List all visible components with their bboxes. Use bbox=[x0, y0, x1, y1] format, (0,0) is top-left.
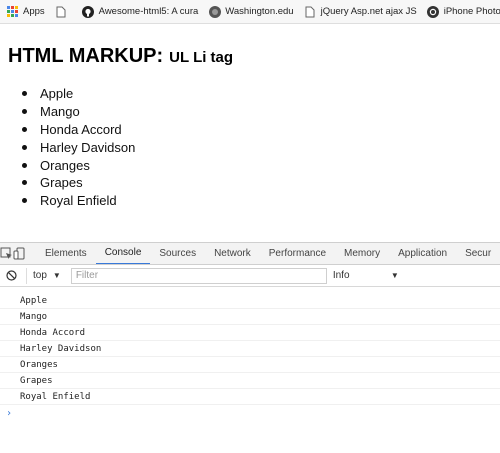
console-log-line: Mango bbox=[0, 309, 500, 325]
tab-network[interactable]: Network bbox=[205, 243, 260, 264]
bookmarks-bar: Apps Awesome-html5: A cura Washington.ed… bbox=[0, 0, 500, 24]
fruit-vehicle-list: Apple Mango Honda Accord Harley Davidson… bbox=[22, 85, 135, 210]
bullet-icon bbox=[22, 144, 27, 150]
tab-performance[interactable]: Performance bbox=[260, 243, 335, 264]
console-log-line: Honda Accord bbox=[0, 325, 500, 341]
bookmark-washington[interactable]: Washington.edu bbox=[208, 5, 294, 18]
bookmark-awesome-html5[interactable]: Awesome-html5: A cura bbox=[82, 5, 199, 18]
list-item: Harley Davidson bbox=[22, 138, 135, 156]
devtools-panel: Elements Console Sources Network Perform… bbox=[0, 242, 500, 453]
bookmark-iphone-photo[interactable]: iPhone Photo bbox=[427, 5, 500, 18]
github-icon bbox=[82, 5, 95, 18]
list-item-label: Honda Accord bbox=[40, 121, 122, 137]
bullet-icon bbox=[22, 126, 27, 132]
list-item: Grapes bbox=[22, 174, 135, 192]
console-log-line: Apple bbox=[0, 293, 500, 309]
context-selector[interactable]: top ▼ bbox=[26, 267, 69, 284]
bookmark-jquery[interactable]: jQuery Asp.net ajax JS bbox=[304, 5, 417, 18]
page-title: HTML MARKUP: UL Li tag bbox=[8, 45, 233, 68]
devtools-tab-bar: Elements Console Sources Network Perform… bbox=[0, 243, 500, 265]
bookmark-apps[interactable]: Apps bbox=[6, 5, 45, 18]
inspect-element-icon[interactable] bbox=[0, 243, 13, 264]
apps-grid-icon bbox=[6, 5, 19, 18]
list-item: Mango bbox=[22, 103, 135, 121]
log-levels-select[interactable]: Info ▼ bbox=[333, 270, 399, 281]
device-toolbar-icon[interactable] bbox=[13, 243, 26, 264]
page-title-sub: UL Li tag bbox=[169, 49, 234, 66]
tab-sources[interactable]: Sources bbox=[150, 243, 205, 264]
washington-icon bbox=[208, 5, 221, 18]
page-icon bbox=[304, 5, 317, 18]
console-output: Apple Mango Honda Accord Harley Davidson… bbox=[0, 287, 500, 421]
list-item-label: Grapes bbox=[40, 175, 83, 191]
filter-input[interactable] bbox=[70, 267, 327, 284]
list-item: Apple bbox=[22, 85, 135, 103]
bullet-icon bbox=[22, 109, 27, 115]
page-title-main: HTML MARKUP: bbox=[8, 45, 164, 67]
list-item-label: Apple bbox=[40, 86, 74, 102]
bullet-icon bbox=[22, 162, 27, 168]
tab-application[interactable]: Application bbox=[389, 243, 456, 264]
page-icon bbox=[55, 5, 68, 18]
context-value: top bbox=[33, 270, 47, 281]
console-log-line: Grapes bbox=[0, 373, 500, 389]
bookmark-label: jQuery Asp.net ajax JS bbox=[320, 6, 417, 17]
bullet-icon bbox=[22, 91, 27, 97]
clear-console-icon[interactable] bbox=[0, 265, 22, 287]
list-item: Oranges bbox=[22, 156, 135, 174]
bookmark-label: Washington.edu bbox=[225, 6, 294, 17]
list-item-label: Mango bbox=[40, 104, 80, 120]
log-levels-value: Info bbox=[332, 270, 350, 281]
list-item: Royal Enfield bbox=[22, 192, 135, 210]
tab-elements[interactable]: Elements bbox=[36, 243, 96, 264]
chevron-down-icon: ▼ bbox=[390, 271, 399, 280]
console-log-line: Royal Enfield bbox=[0, 389, 500, 405]
bookmark-label: Apps bbox=[23, 6, 45, 17]
bookmark-label: Awesome-html5: A cura bbox=[98, 6, 199, 17]
bullet-icon bbox=[22, 198, 27, 204]
console-log-line: Harley Davidson bbox=[0, 341, 500, 357]
list-item: Honda Accord bbox=[22, 121, 135, 139]
console-prompt[interactable]: › bbox=[0, 405, 500, 421]
console-toolbar: top ▼ Info ▼ bbox=[0, 265, 500, 287]
tab-memory[interactable]: Memory bbox=[335, 243, 389, 264]
chrome-icon bbox=[427, 5, 440, 18]
list-item-label: Harley Davidson bbox=[40, 139, 136, 155]
tab-security[interactable]: Secur bbox=[456, 243, 500, 264]
list-item-label: Oranges bbox=[40, 157, 90, 173]
console-log-line: Oranges bbox=[0, 357, 500, 373]
chevron-down-icon: ▼ bbox=[52, 271, 61, 280]
tab-console[interactable]: Console bbox=[95, 243, 151, 264]
bookmark-page[interactable] bbox=[55, 5, 72, 18]
list-item-label: Royal Enfield bbox=[40, 193, 117, 209]
bookmark-label: iPhone Photo bbox=[443, 6, 500, 17]
bullet-icon bbox=[22, 180, 27, 186]
